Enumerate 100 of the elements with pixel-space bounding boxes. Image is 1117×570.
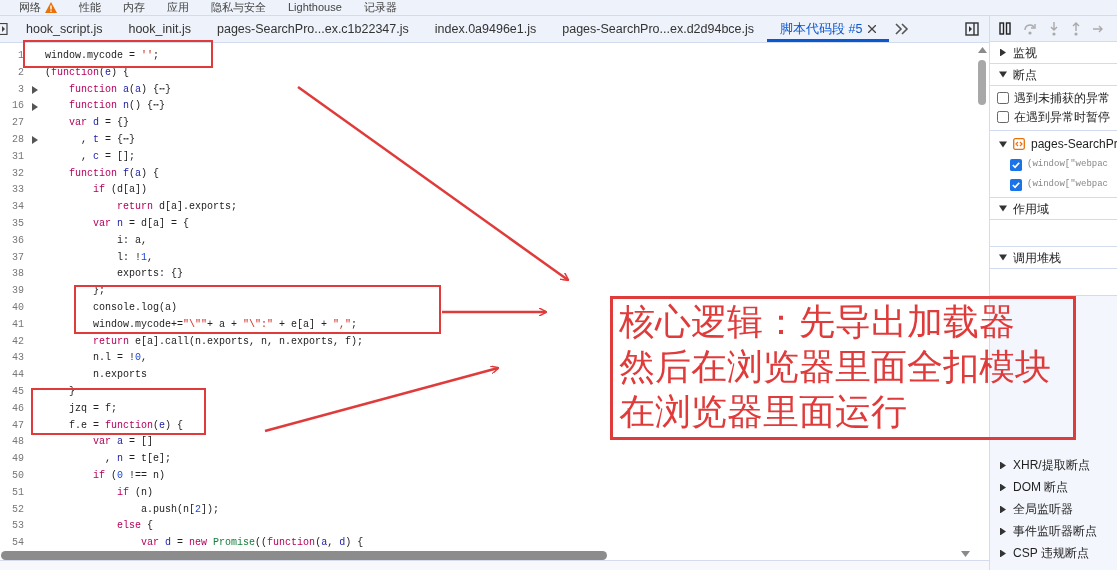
code-line: , t = {⋯}	[80, 133, 136, 147]
panel-toggle-icon[interactable]	[965, 22, 979, 36]
line-number: 28	[11, 133, 24, 147]
line-number: 54	[11, 536, 24, 551]
annotation-text: 核心逻辑：先导出加载器 然后在浏览器里面全扣模块 在浏览器里面运行	[610, 296, 1076, 440]
panel-tab[interactable]: 记录器	[363, 0, 397, 15]
panel-tab[interactable]: 应用	[167, 0, 189, 15]
line-number: 46	[11, 401, 24, 416]
section-header[interactable]: 作用域	[1013, 199, 1049, 218]
expand-icon[interactable]	[999, 49, 1007, 56]
panel-tab[interactable]: 隐私与安全	[211, 0, 266, 15]
code-line: var d = new Promise((function(a, d) {	[140, 536, 364, 551]
section-header[interactable]: DOM 断点	[1013, 478, 1069, 496]
checkbox[interactable]	[1010, 179, 1022, 191]
checkbox-label: 遇到未捕获的异常	[1014, 89, 1110, 107]
file-tab[interactable]: 脚本代码段 #5	[767, 16, 890, 42]
line-number: 41	[11, 317, 24, 332]
line-number: 35	[11, 216, 24, 231]
file-tab[interactable]: pages-SearchPro...ex.d2d94bce.js	[549, 16, 768, 42]
scrollbar-thumb[interactable]	[978, 60, 986, 105]
line-number: 37	[11, 250, 24, 265]
checkbox[interactable]	[1010, 159, 1022, 171]
section-header[interactable]: 事件监听器断点	[1013, 522, 1097, 540]
code-line: jzq = f;	[68, 401, 117, 416]
line-number: 44	[11, 368, 24, 383]
code-line: , c = [];	[80, 149, 136, 164]
expand-icon[interactable]	[999, 549, 1007, 557]
file-name[interactable]: pages-SearchPr	[1031, 135, 1117, 153]
line-number: 34	[11, 200, 24, 215]
close-icon[interactable]	[868, 25, 877, 33]
code-line: if (d[a])	[92, 183, 148, 198]
code-line: if (0 !== n)	[92, 468, 166, 483]
line-number: 52	[11, 502, 24, 517]
expand-icon[interactable]	[31, 86, 38, 94]
expand-icon[interactable]	[31, 136, 38, 145]
code-line: f.e = function(e) {	[68, 418, 184, 433]
code-line: n.exports	[92, 368, 148, 383]
line-number: 49	[11, 452, 24, 467]
code-line: return d[a].exports;	[116, 200, 238, 215]
code-line: , n = t[e];	[104, 452, 172, 467]
section-header[interactable]: CSP 违规断点	[1013, 544, 1089, 562]
scroll-up-icon[interactable]	[978, 47, 987, 53]
more-tabs-icon[interactable]	[895, 23, 910, 35]
line-number: 40	[11, 300, 24, 315]
file-tab[interactable]: index.0a9496e1.js	[421, 16, 550, 42]
collapse-icon[interactable]	[999, 140, 1007, 148]
code-line: var d = {}	[68, 116, 130, 131]
breakpoint-code: (window["webpac	[1027, 178, 1108, 192]
line-number: 38	[11, 267, 24, 282]
line-number: 42	[11, 334, 24, 349]
line-number: 39	[11, 284, 24, 299]
section-header[interactable]: 全局监听器	[1013, 500, 1073, 518]
expand-icon[interactable]	[999, 461, 1007, 469]
panel-tab[interactable]: 网络	[19, 0, 41, 15]
file-tab[interactable]: pages-SearchPro...ex.c1b22347.js	[204, 16, 422, 42]
section-header[interactable]: XHR/提取断点	[1013, 456, 1090, 474]
line-number: 43	[11, 351, 24, 366]
collapse-icon[interactable]	[999, 254, 1007, 261]
code-line: else {	[116, 519, 154, 534]
horizontal-scrollbar-thumb[interactable]	[1, 551, 607, 560]
line-number: 27	[11, 116, 24, 131]
code-file-icon	[1013, 138, 1025, 150]
line-number: 48	[11, 435, 24, 450]
section-header[interactable]: 断点	[1013, 65, 1037, 84]
code-line: function a(a) {⋯}	[68, 82, 172, 97]
line-number: 53	[11, 519, 24, 534]
checkbox[interactable]	[997, 91, 1009, 104]
line-number: 32	[11, 166, 24, 181]
panel-tab[interactable]: 内存	[123, 0, 145, 15]
expand-icon[interactable]	[999, 505, 1007, 513]
expand-icon[interactable]	[999, 527, 1007, 535]
code-line: a.push(n[2]);	[140, 502, 220, 517]
checkbox-label: 在遇到异常时暂停	[1014, 108, 1110, 126]
expand-icon[interactable]	[31, 102, 38, 111]
sidebar-toggle-icon[interactable]	[0, 23, 8, 35]
pause-icon[interactable]	[999, 22, 1011, 35]
section-header[interactable]: 监视	[1013, 43, 1037, 62]
checkbox[interactable]	[997, 110, 1009, 123]
collapse-icon[interactable]	[999, 205, 1007, 212]
code-line: var n = d[a] = {	[92, 216, 190, 231]
file-tab[interactable]: hook_init.js	[115, 16, 204, 42]
section-header[interactable]: 调用堆栈	[1013, 248, 1061, 267]
code-line: console.log(a)	[92, 300, 178, 315]
file-tab[interactable]: hook_script.js	[13, 16, 116, 42]
scroll-down-icon[interactable]	[961, 551, 970, 557]
panel-tab[interactable]: Lighthouse	[288, 0, 342, 15]
code-line: function f(a) {	[68, 166, 160, 181]
line-number: 45	[11, 384, 24, 399]
expand-icon[interactable]	[999, 483, 1007, 491]
line-number: 31	[11, 149, 24, 164]
line-number: 47	[11, 418, 24, 433]
code-line: i: a,	[116, 233, 148, 248]
panel-tab[interactable]: 性能	[79, 0, 101, 15]
line-number: 50	[11, 468, 24, 483]
line-number: 36	[11, 233, 24, 248]
line-number: 16	[11, 99, 24, 114]
code-line: window.mycode = '';	[45, 49, 160, 63]
collapse-icon[interactable]	[999, 71, 1007, 78]
code-line: n.l = !0,	[92, 351, 148, 366]
line-number: 51	[11, 485, 24, 500]
